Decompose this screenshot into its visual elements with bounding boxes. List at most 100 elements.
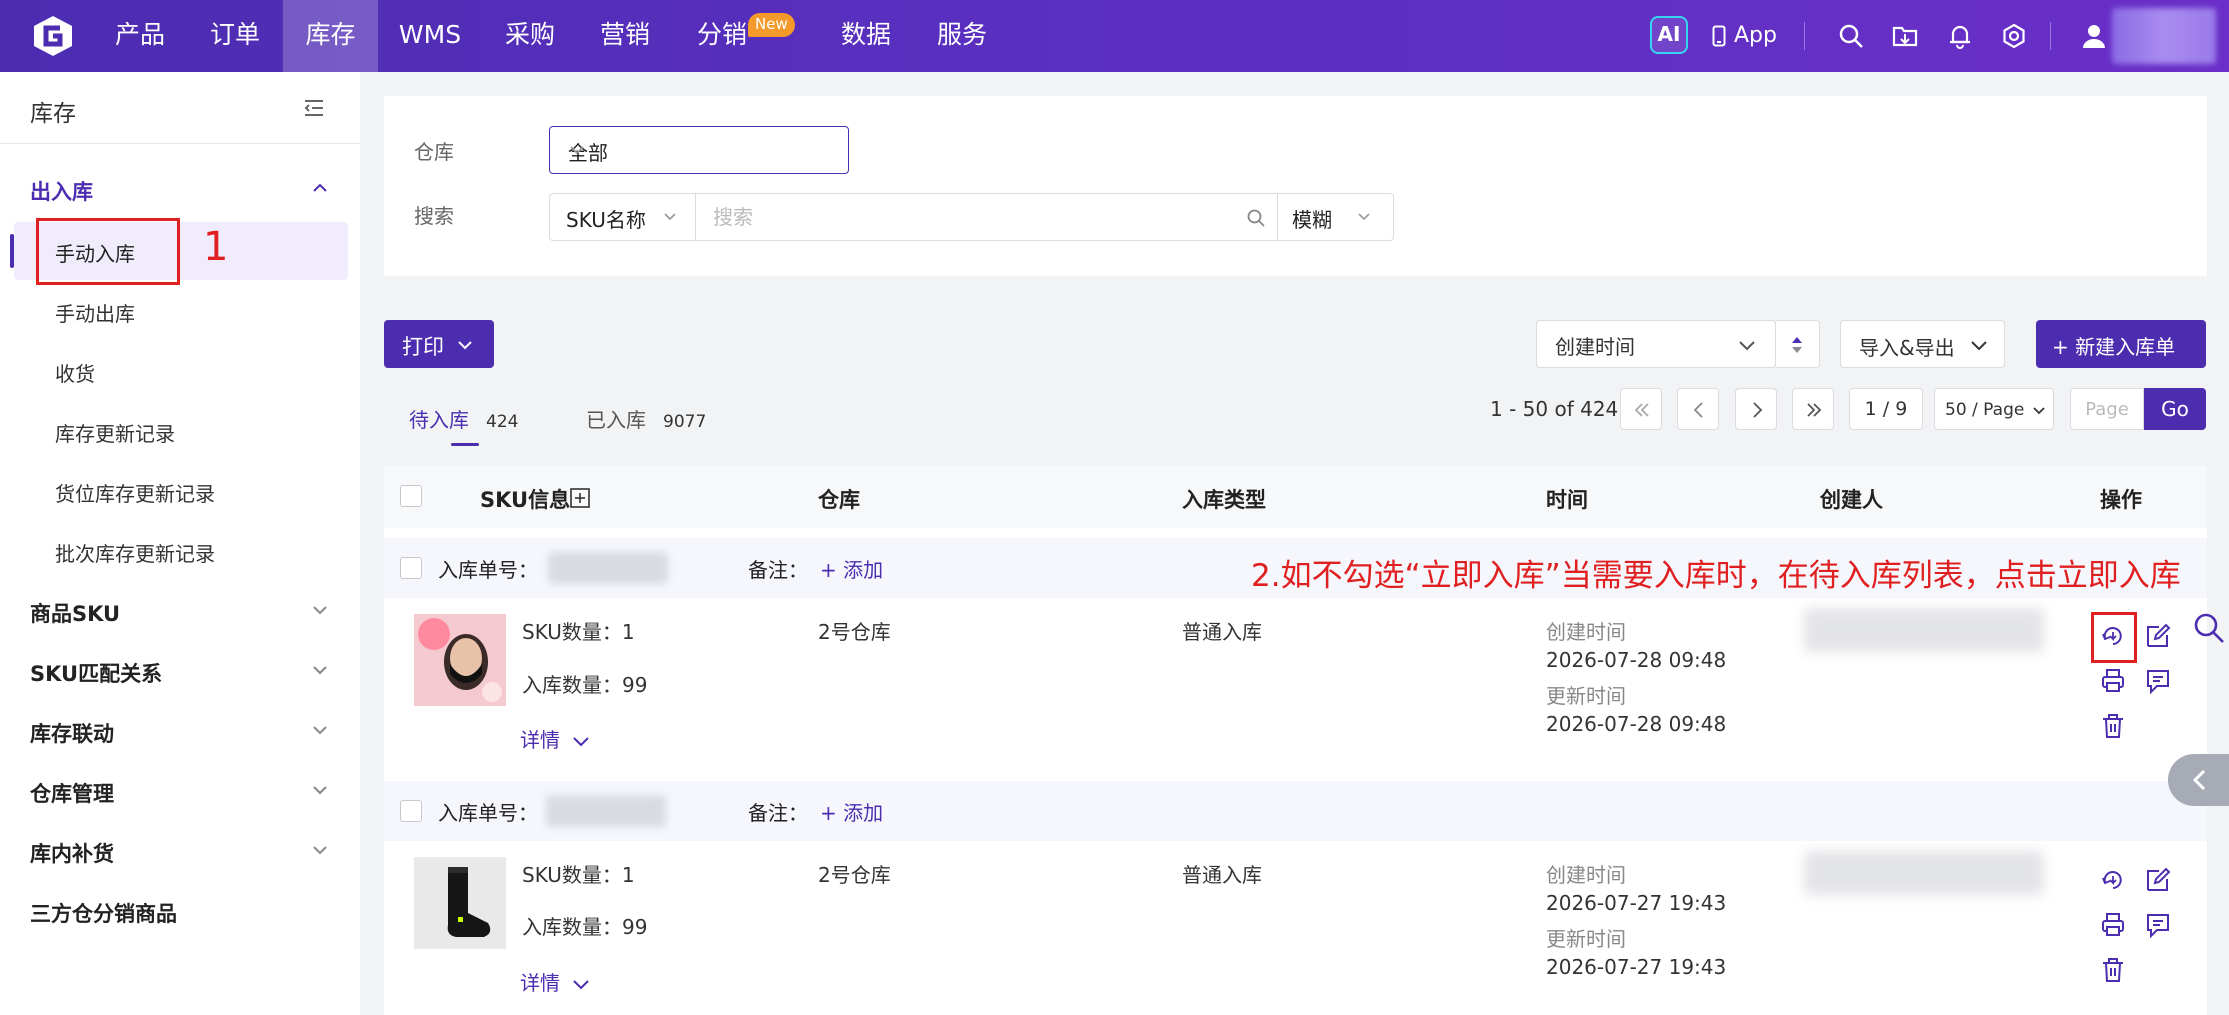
tab-completed-inbound[interactable]: 已入库 9077: [586, 404, 714, 434]
sidebar-group-replenishment[interactable]: 库内补货: [30, 838, 114, 868]
select-all-checkbox[interactable]: [400, 485, 422, 507]
add-remark-link[interactable]: + 添加: [820, 554, 883, 583]
warehouse-label: 仓库: [414, 140, 454, 164]
order-checkbox[interactable]: [400, 557, 422, 579]
chevron-up-icon[interactable]: [310, 178, 330, 198]
new-inbound-order-button[interactable]: + 新建入库单: [2036, 320, 2206, 368]
app-label: App: [1734, 23, 1777, 48]
nav-products[interactable]: 产品: [100, 0, 180, 72]
sidebar-group-3pl-distribution[interactable]: 三方仓分销商品: [30, 898, 177, 928]
search-input[interactable]: [697, 194, 1277, 240]
nav-data[interactable]: 数据: [826, 0, 906, 72]
collapse-sidebar-icon[interactable]: [302, 96, 326, 120]
folder-download-icon[interactable]: [1891, 22, 1919, 50]
app-button[interactable]: App: [1712, 18, 1777, 54]
tab-pending-inbound[interactable]: 待入库 424: [409, 404, 526, 434]
inbound-qty-label: 入库数量：: [522, 673, 622, 697]
sku-qty-value: 1: [621, 620, 635, 644]
ai-button[interactable]: AI: [1650, 16, 1688, 54]
sidebar-item-receiving[interactable]: 收货: [55, 358, 95, 387]
chevron-down-icon[interactable]: [310, 660, 330, 680]
last-page-button[interactable]: [1792, 388, 1834, 430]
user-name-blurred[interactable]: [2112, 8, 2216, 64]
column-warehouse: 仓库: [818, 488, 860, 512]
chevron-down-icon: [1737, 337, 1757, 355]
sidebar-group-warehouse-mgmt[interactable]: 仓库管理: [30, 778, 114, 808]
sort-order-toggle[interactable]: [1776, 320, 1820, 368]
print-button[interactable]: 打印: [384, 320, 494, 368]
sidebar-item-manual-outbound[interactable]: 手动出库: [55, 298, 135, 327]
prev-page-button[interactable]: [1677, 388, 1719, 430]
divider: [2050, 22, 2051, 50]
floating-search-icon[interactable]: [2193, 612, 2225, 644]
column-creator: 创建人: [1820, 488, 1883, 512]
divider: [1804, 22, 1805, 50]
sidebar-item-stock-update-log[interactable]: 库存更新记录: [55, 418, 175, 447]
filter-panel: 仓库 全部 搜索 SKU名称 模糊: [384, 96, 2207, 276]
inbound-qty-value: 99: [622, 673, 648, 697]
app-logo[interactable]: [30, 14, 76, 58]
details-toggle[interactable]: 详情: [520, 967, 590, 996]
nav-wms[interactable]: WMS: [390, 0, 470, 72]
nav-orders[interactable]: 订单: [195, 0, 275, 72]
search-mode-select[interactable]: 模糊: [1277, 194, 1393, 240]
expand-all-icon[interactable]: [570, 488, 590, 508]
details-label: 详情: [520, 971, 560, 995]
go-button[interactable]: Go: [2144, 388, 2206, 430]
chevron-down-icon: [572, 978, 590, 992]
nav-service[interactable]: 服务: [922, 0, 1002, 72]
delete-icon[interactable]: [2099, 956, 2127, 984]
import-export-button[interactable]: 导入&导出: [1840, 320, 2005, 368]
chevron-down-icon[interactable]: [310, 780, 330, 800]
expand-panel-tab[interactable]: [2168, 754, 2229, 806]
search-type-value: SKU名称: [566, 208, 646, 232]
comment-icon[interactable]: [2144, 667, 2172, 695]
chevron-left-icon: [1688, 399, 1710, 421]
chevron-down-icon[interactable]: [310, 600, 330, 620]
warehouse-cell: 2号仓库: [818, 620, 891, 644]
search-group: SKU名称 模糊: [549, 193, 1394, 241]
edit-icon[interactable]: [2144, 866, 2172, 894]
print-icon[interactable]: [2099, 667, 2127, 695]
page-jump-input[interactable]: [2070, 388, 2144, 430]
search-icon[interactable]: [1837, 22, 1865, 50]
nav-marketing[interactable]: 营销: [585, 0, 665, 72]
inbound-table: SKU信息 仓库 入库类型 时间 创建人 操作 入库单号： 备注： + 添加 S…: [384, 466, 2207, 1015]
sidebar-group-stock-linkage[interactable]: 库存联动: [30, 718, 114, 748]
instant-inbound-icon[interactable]: [2099, 866, 2127, 894]
add-remark-link[interactable]: + 添加: [820, 797, 883, 826]
sidebar-item-batch-stock-log[interactable]: 批次库存更新记录: [55, 538, 215, 567]
chevron-down-icon[interactable]: [310, 720, 330, 740]
search-icon[interactable]: [1246, 208, 1266, 228]
order-number-blurred: [548, 552, 668, 584]
sidebar-group-sku[interactable]: 商品SKU: [30, 598, 120, 628]
delete-icon[interactable]: [2099, 712, 2127, 740]
remark-label: 备注：: [748, 801, 808, 825]
active-tab-indicator: [451, 443, 479, 446]
sidebar-group-sku-mapping[interactable]: SKU匹配关系: [30, 658, 162, 688]
search-type-select[interactable]: SKU名称: [550, 194, 696, 240]
comment-icon[interactable]: [2144, 911, 2172, 939]
double-chevron-right-icon: [1803, 399, 1825, 421]
next-page-button[interactable]: [1735, 388, 1777, 430]
inbound-qty-value: 99: [622, 915, 648, 939]
page-size-select[interactable]: 50 / Page: [1934, 388, 2054, 430]
chevron-down-icon[interactable]: [310, 840, 330, 860]
warehouse-select[interactable]: 全部: [549, 126, 849, 174]
sort-field-select[interactable]: 创建时间: [1536, 320, 1776, 368]
first-page-button[interactable]: [1620, 388, 1662, 430]
sidebar-group-inout[interactable]: 出入库: [30, 176, 93, 206]
user-icon[interactable]: [2080, 22, 2108, 50]
print-icon[interactable]: [2099, 911, 2127, 939]
sku-qty: SKU数量：1: [522, 616, 635, 645]
details-toggle[interactable]: 详情: [520, 724, 590, 753]
order-checkbox[interactable]: [400, 800, 422, 822]
bell-icon[interactable]: [1946, 22, 1974, 50]
settings-icon[interactable]: [2000, 22, 2028, 50]
edit-icon[interactable]: [2144, 622, 2172, 650]
sidebar-item-location-stock-log[interactable]: 货位库存更新记录: [55, 478, 215, 507]
nav-inventory[interactable]: 库存: [283, 0, 378, 72]
warehouse-cell: 2号仓库: [818, 863, 891, 887]
order-number-label: 入库单号：: [438, 558, 538, 582]
nav-purchase[interactable]: 采购: [490, 0, 570, 72]
